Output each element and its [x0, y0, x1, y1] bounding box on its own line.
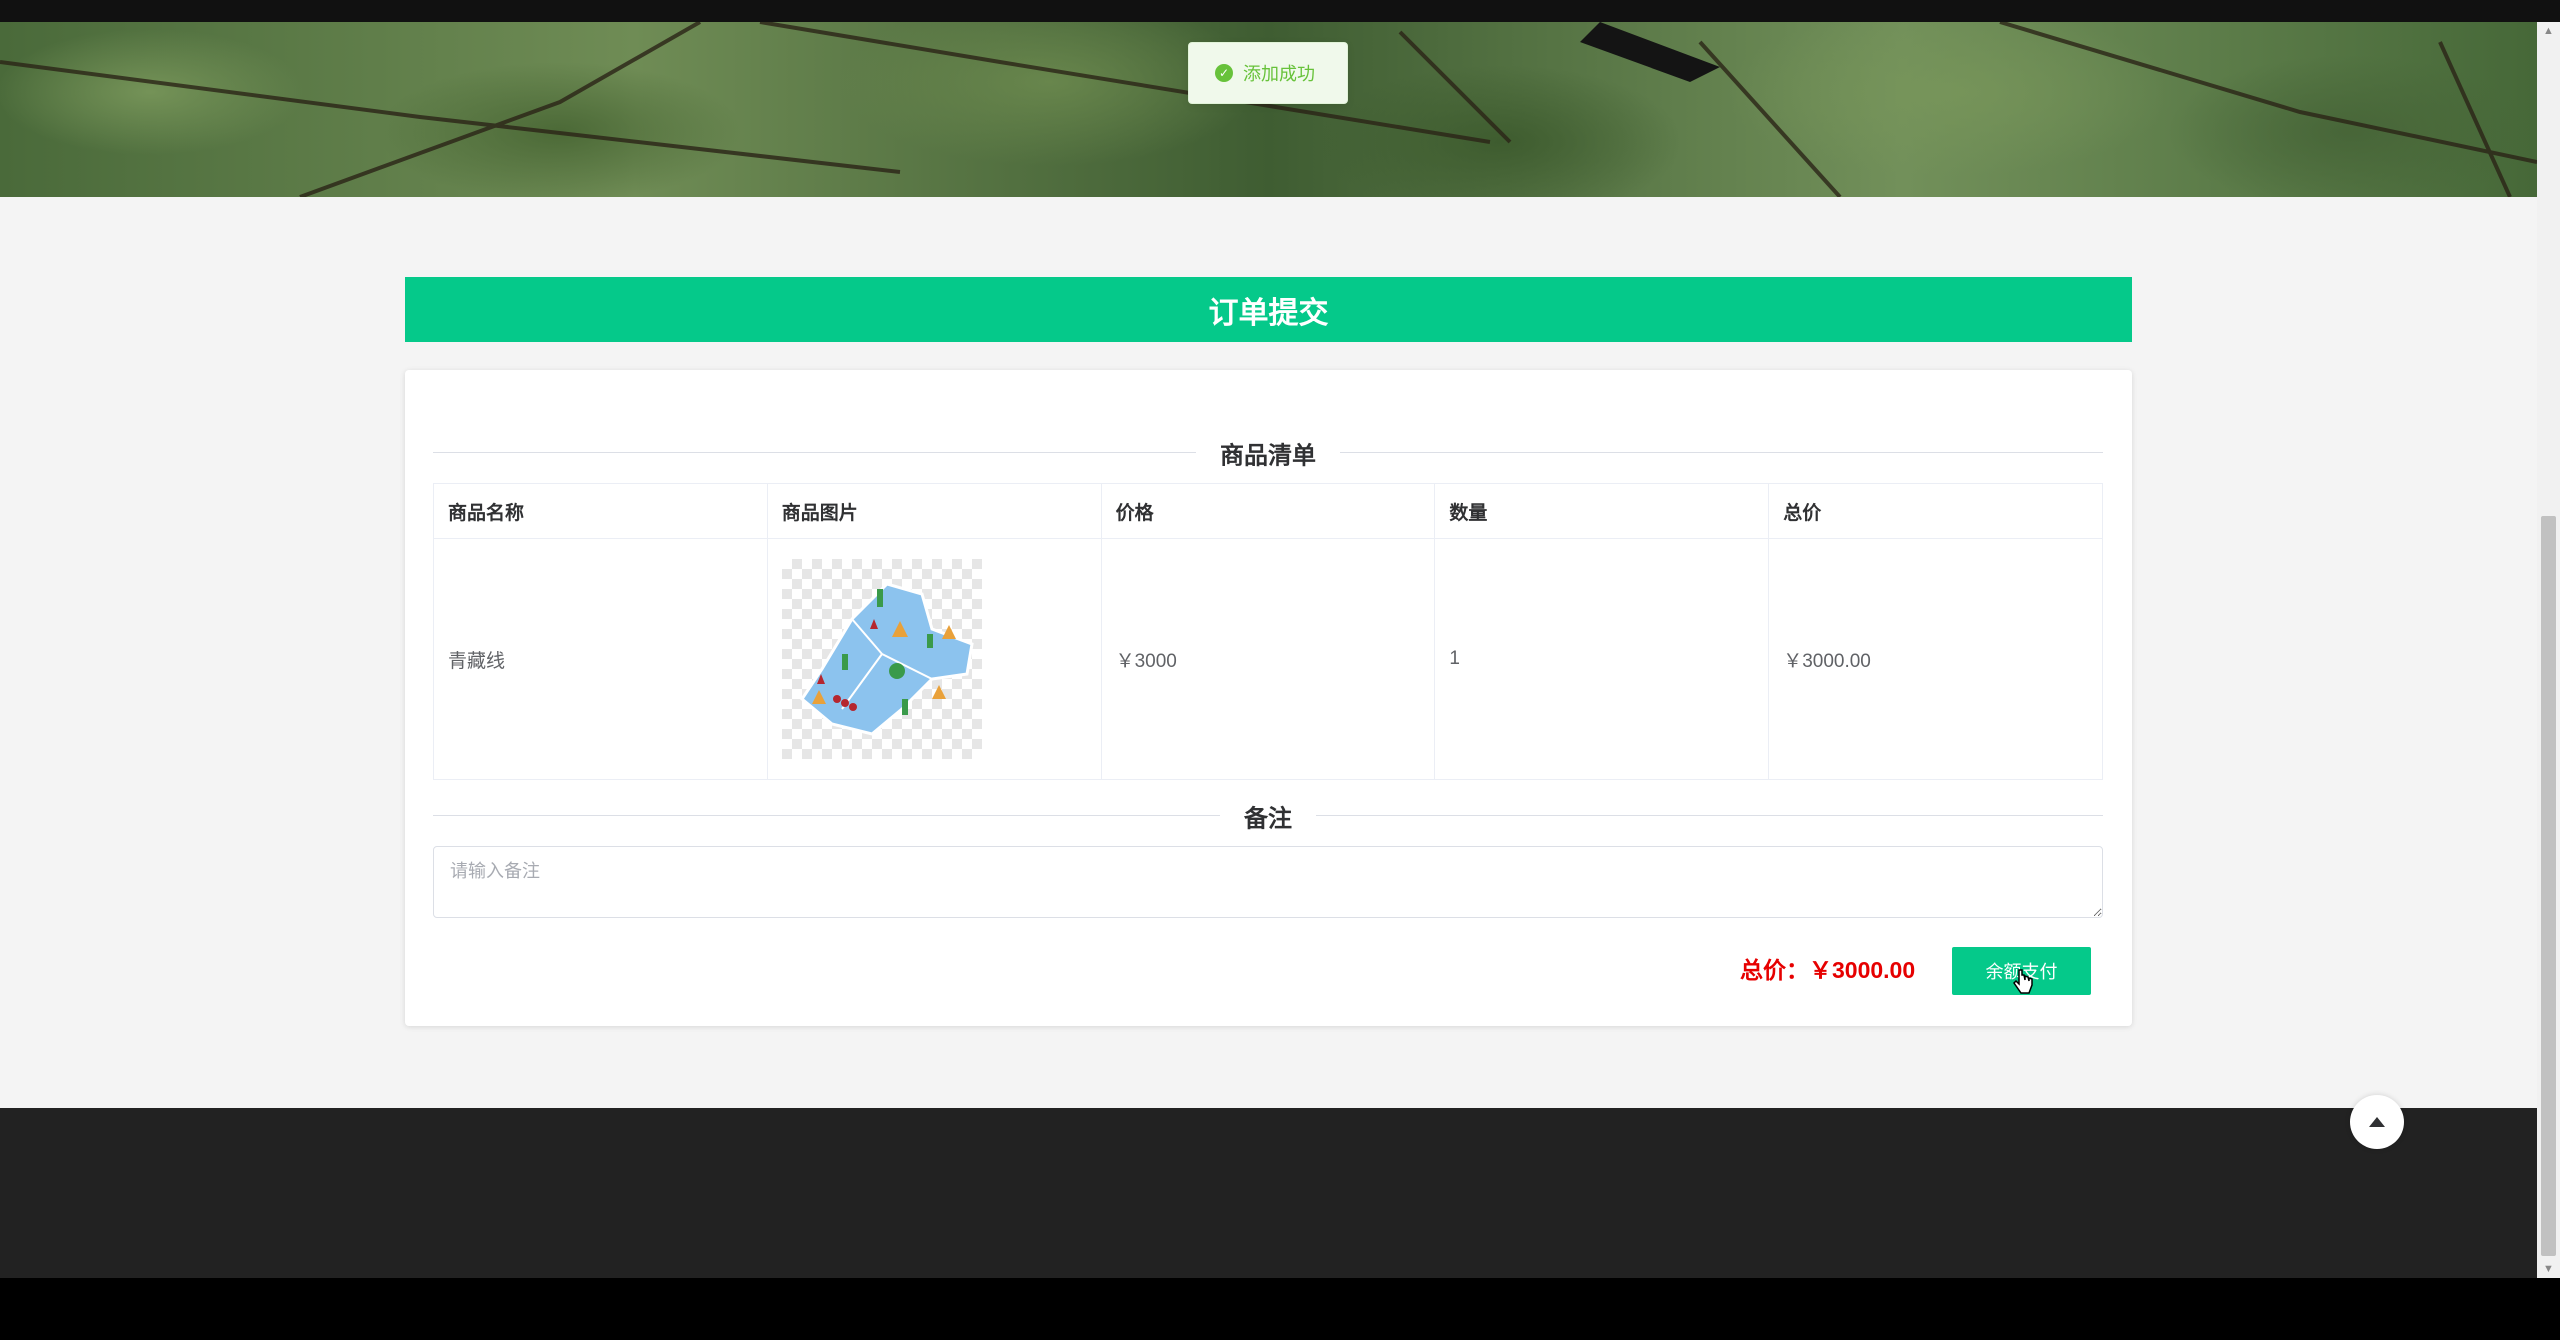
product-image: [781, 559, 982, 759]
scroll-down-arrow-icon[interactable]: ▼: [2537, 1260, 2560, 1278]
table-header-row: 商品名称 商品图片 价格 数量 总价: [433, 483, 2103, 539]
cell-product-name: 青藏线: [433, 538, 768, 780]
toast-message: 添加成功: [1243, 64, 1315, 84]
column-header-name: 商品名称: [433, 483, 768, 539]
back-to-top-button[interactable]: [2350, 1095, 2404, 1149]
cell-price: ￥3000: [1100, 538, 1436, 780]
vertical-scrollbar[interactable]: ▲ ▼: [2537, 22, 2560, 1278]
map-thumbnail-icon: [799, 582, 974, 736]
total-price: 总价：￥3000.00: [1740, 950, 1915, 990]
order-table: 商品名称 商品图片 价格 数量 总价 青藏线 ￥3000 1 ￥3000.00: [433, 483, 2103, 780]
product-list-divider: 商品清单: [433, 435, 2103, 470]
scrollbar-thumb[interactable]: [2541, 516, 2556, 1256]
order-card: 商品清单 商品名称 商品图片 价格 数量 总价 青藏线 ￥3000 1 ￥300…: [405, 370, 2132, 1026]
cell-product-image: [766, 538, 1102, 780]
table-row: 青藏线 ￥3000 1 ￥3000.00: [433, 538, 2103, 780]
remark-input[interactable]: [433, 846, 2103, 918]
total-label: 总价：: [1740, 957, 1809, 983]
mouse-cursor-icon: [2013, 969, 2033, 994]
column-header-price: 价格: [1100, 483, 1436, 539]
page-viewport: ✓ 添加成功 订单提交 商品清单 商品名称 商品图片 价格 数量 总价 青藏线: [0, 22, 2537, 1278]
page-footer: [0, 1108, 2537, 1278]
remark-title: 备注: [1220, 798, 1316, 833]
browser-top-edge: [0, 0, 2560, 22]
column-header-total: 总价: [1768, 483, 2103, 539]
check-circle-icon: ✓: [1215, 64, 1233, 82]
remark-divider: 备注: [433, 798, 2103, 833]
screen-bottom-edge: [0, 1278, 2560, 1340]
page-title: 订单提交: [405, 277, 2132, 342]
caret-up-icon: [2369, 1117, 2385, 1127]
cell-total: ￥3000.00: [1768, 538, 2103, 780]
column-header-quantity: 数量: [1434, 483, 1770, 539]
cell-quantity: 1: [1434, 538, 1770, 780]
product-list-title: 商品清单: [1196, 435, 1340, 470]
column-header-image: 商品图片: [766, 483, 1102, 539]
scroll-up-arrow-icon[interactable]: ▲: [2537, 22, 2560, 40]
total-value: ￥3000.00: [1809, 957, 1916, 983]
success-toast: ✓ 添加成功: [1188, 42, 1348, 104]
